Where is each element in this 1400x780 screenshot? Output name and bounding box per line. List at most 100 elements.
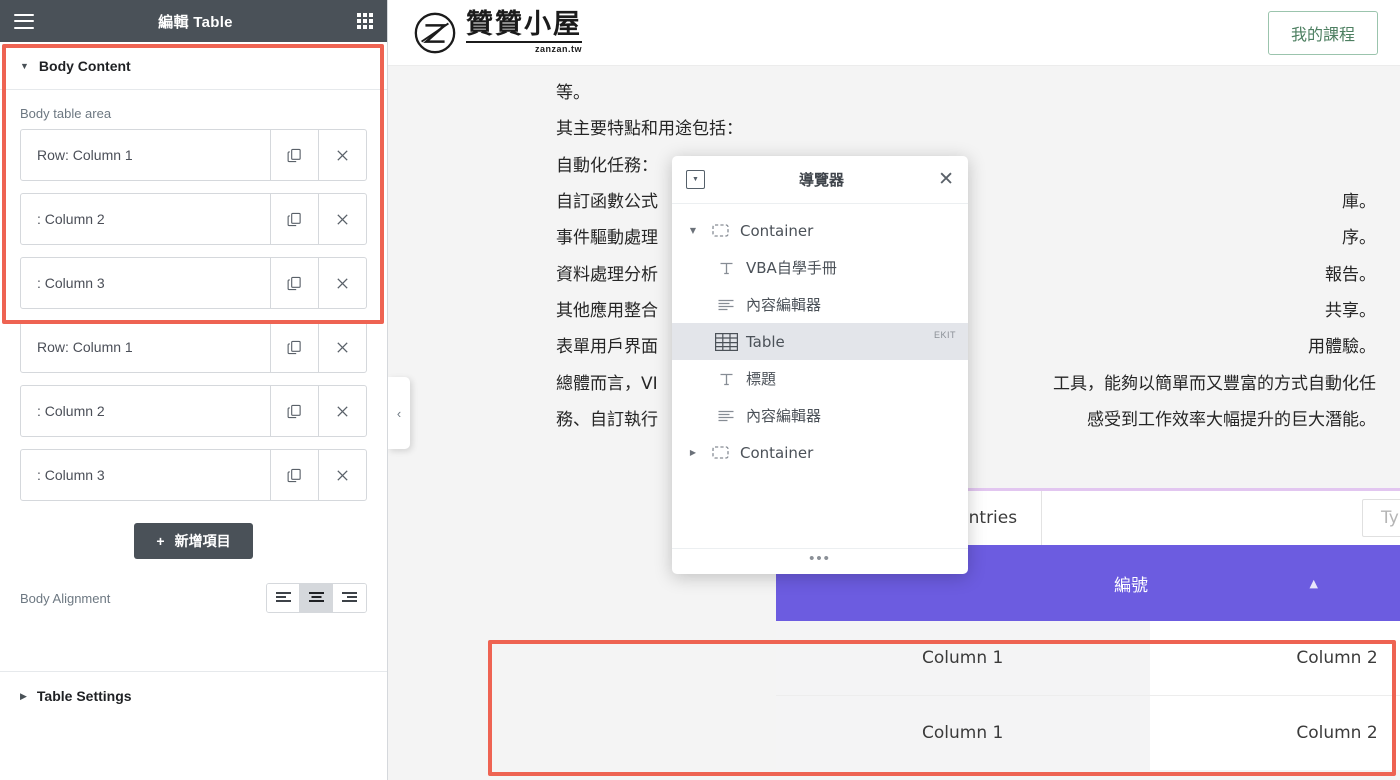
table-cell: Column 2	[1296, 648, 1378, 668]
my-courses-button[interactable]: 我的課程	[1267, 10, 1378, 55]
navigator-tree: ▼ Container VBA自學手冊 內容編輯器 Table EKIT 標題 …	[672, 204, 968, 548]
close-icon[interactable]: ✕	[938, 170, 954, 189]
table-row: Column 1 Column 2 Column 3	[776, 621, 1400, 695]
search-input[interactable]: Type Here To Search...	[1362, 499, 1400, 537]
duplicate-icon[interactable]	[270, 386, 318, 436]
table-cell: Column 2	[1296, 723, 1378, 743]
nav-item-badge: EKIT	[933, 330, 956, 340]
align-left-button[interactable]	[267, 584, 300, 612]
nav-item-text-editor-2[interactable]: 內容編輯器	[672, 397, 968, 434]
table-row[interactable]: : Column 3	[20, 257, 367, 309]
paragraph-right: 庫。	[1342, 192, 1376, 213]
table-row[interactable]: Row: Column 1	[20, 321, 367, 373]
section-title: Body Content	[38, 57, 131, 74]
close-icon[interactable]	[318, 258, 366, 308]
duplicate-icon[interactable]	[270, 322, 318, 372]
navigator-header: ▼ 導覽器 ✕	[672, 156, 968, 204]
paragraph-right: 報告。	[1325, 264, 1376, 285]
nav-item-heading-2[interactable]: 標題	[672, 360, 968, 397]
logo-subtitle: zanzan.tw	[466, 41, 582, 54]
row-title[interactable]: : Column 2	[21, 194, 270, 244]
duplicate-icon[interactable]	[270, 194, 318, 244]
heading-text-icon	[714, 372, 738, 386]
table-row[interactable]: Row: Column 1	[20, 129, 367, 181]
close-icon[interactable]	[318, 194, 366, 244]
plus-icon: +	[156, 533, 165, 549]
row-title[interactable]: : Column 2	[21, 386, 270, 436]
grid-apps-icon[interactable]	[356, 13, 373, 29]
logo-title: 贊贊小屋	[466, 9, 582, 40]
paragraph: 等。	[556, 83, 590, 103]
nav-item-label: VBA自學手冊	[746, 259, 837, 277]
table-cell: Column 1	[776, 621, 1150, 695]
text-editor-icon	[714, 410, 738, 422]
alignment-button-group	[266, 583, 367, 613]
table-icon	[714, 332, 738, 351]
panel-header: 編輯 Table	[0, 0, 387, 42]
nav-item-label: Container	[740, 221, 814, 240]
site-logo[interactable]: 贊贊小屋 zanzan.tw	[412, 10, 582, 56]
paragraph-left: 自訂函數公式	[556, 192, 658, 213]
nav-item-table[interactable]: Table EKIT	[672, 323, 968, 360]
controls-spacer	[1042, 491, 1362, 545]
close-icon[interactable]	[318, 130, 366, 180]
dock-toggle-icon[interactable]: ▼	[686, 170, 705, 189]
close-icon[interactable]	[318, 322, 366, 372]
section-title: Table Settings	[36, 688, 132, 704]
row-title[interactable]: Row: Column 1	[21, 130, 270, 180]
section-body-content[interactable]: ▼ Body Content	[0, 42, 387, 90]
nav-item-label: 標題	[746, 370, 777, 388]
align-right-button[interactable]	[333, 584, 366, 612]
navigator-resize-handle[interactable]: •••	[672, 548, 968, 574]
row-title[interactable]: : Column 3	[21, 450, 270, 500]
paragraph: 其主要特點和用途包括：	[556, 119, 743, 140]
duplicate-icon[interactable]	[270, 130, 318, 180]
navigator-title: 導覽器	[799, 171, 845, 189]
table-row[interactable]: : Column 2	[20, 193, 367, 245]
paragraph-closing-1: 工具，能夠以簡單而又豐富的方式自動化任	[1053, 373, 1376, 394]
add-item-button[interactable]: + 新增項目	[134, 523, 253, 559]
close-icon[interactable]	[318, 450, 366, 500]
body-table-area-label: Body table area	[20, 106, 112, 121]
body-rows-repeater: Row: Column 1 : Column 2 : Column 3 Row:…	[0, 129, 387, 501]
heading-text-icon	[714, 261, 738, 275]
paragraph-closing-prefix: 務、自訂執行	[556, 410, 658, 431]
section-table-settings[interactable]: ▶ Table Settings	[0, 672, 387, 720]
navigator-panel: ▼ 導覽器 ✕ ▼ Container VBA自學手冊 內容編輯器 Table …	[672, 156, 968, 574]
close-icon[interactable]	[318, 386, 366, 436]
search-placeholder: Type Here To Search...	[1381, 508, 1400, 528]
chevron-right-icon[interactable]: ▶	[686, 448, 700, 457]
column-header-label: 編號	[1114, 575, 1148, 596]
panel-title: 編輯 Table	[158, 13, 233, 31]
table-row[interactable]: : Column 2	[20, 385, 367, 437]
panel-collapse-tab[interactable]: ‹	[388, 377, 410, 449]
add-item-label: 新增項目	[174, 533, 231, 549]
table-row[interactable]: : Column 3	[20, 449, 367, 501]
duplicate-icon[interactable]	[270, 450, 318, 500]
nav-item-container[interactable]: ▼ Container	[672, 212, 968, 249]
row-title[interactable]: Row: Column 1	[21, 322, 270, 372]
nav-item-label: 內容編輯器	[746, 296, 822, 314]
row-title[interactable]: : Column 3	[21, 258, 270, 308]
duplicate-icon[interactable]	[270, 258, 318, 308]
chevron-down-icon[interactable]: ▼	[686, 226, 700, 235]
align-center-button[interactable]	[300, 584, 333, 612]
paragraph-left: 事件驅動處理	[556, 228, 658, 249]
container-icon	[708, 446, 732, 459]
chevron-down-icon: ▼	[20, 60, 29, 71]
nav-item-label: Table	[746, 332, 785, 351]
nav-item-heading[interactable]: VBA自學手冊	[672, 249, 968, 286]
hamburger-icon[interactable]	[14, 13, 34, 29]
paragraph-left: 總體而言，VI	[556, 373, 658, 394]
nav-item-label: Container	[740, 443, 814, 462]
paragraph-closing-2: 感受到工作效率大幅提升的巨大潛能。	[1087, 410, 1376, 431]
nav-item-text-editor[interactable]: 內容編輯器	[672, 286, 968, 323]
column-header-1[interactable]: 編號 ▲	[776, 571, 1318, 596]
z-circle-logo	[414, 12, 456, 53]
text-editor-icon	[714, 299, 738, 311]
column-header-2[interactable]: 功能 ▲▼	[1148, 571, 1400, 596]
paragraph-left: 資料處理分析	[556, 264, 658, 285]
paragraph-left: 表單用戶界面	[556, 337, 658, 358]
nav-item-container-2[interactable]: ▶ Container	[672, 434, 968, 471]
add-item-wrapper: + 新增項目	[0, 513, 387, 565]
